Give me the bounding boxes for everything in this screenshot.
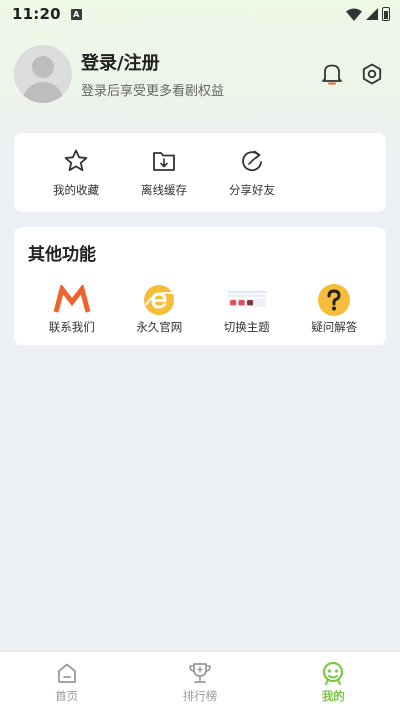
m-logo-icon (52, 283, 92, 317)
switch-theme-button[interactable]: 切换主题 (203, 283, 291, 335)
tab-home[interactable]: 首页 (0, 652, 133, 711)
login-register-title[interactable]: 登录/注册 (81, 49, 224, 75)
theme-palette-icon (227, 283, 267, 317)
star-icon (62, 147, 90, 175)
official-site-button[interactable]: 永久官网 (116, 283, 204, 335)
wifi-icon (346, 8, 362, 21)
favorites-label: 我的收藏 (53, 183, 99, 197)
share-refresh-icon (238, 147, 266, 175)
signal-icon (366, 8, 378, 20)
official-site-label: 永久官网 (136, 320, 183, 334)
browser-e-icon (139, 283, 179, 317)
download-folder-icon (150, 147, 178, 175)
other-features-title: 其他功能 (28, 245, 96, 265)
question-icon (314, 283, 354, 317)
share-friends-label: 分享好友 (229, 183, 275, 197)
avatar[interactable] (14, 45, 72, 103)
battery-icon (382, 7, 390, 21)
status-bar: 11:20 A (0, 0, 400, 28)
switch-theme-label: 切换主题 (223, 320, 270, 334)
offline-cache-button[interactable]: 离线缓存 (120, 147, 208, 198)
tab-mine[interactable]: 我的 (267, 652, 400, 711)
share-friends-button[interactable]: 分享好友 (208, 147, 296, 198)
other-features-card: 其他功能 联系我们 永久官网 切换主题 疑问解答 (14, 227, 386, 345)
tab-home-label: 首页 (55, 688, 79, 703)
bell-icon[interactable] (320, 62, 344, 86)
other-features-grid: 联系我们 永久官网 切换主题 疑问解答 (28, 283, 378, 335)
profile-actions (320, 62, 386, 86)
offline-cache-label: 离线缓存 (141, 183, 187, 197)
bottom-tab-bar: 首页 排行榜 我的 (0, 651, 400, 711)
home-icon (54, 660, 80, 686)
contact-us-button[interactable]: 联系我们 (28, 283, 116, 335)
status-indicators (346, 7, 390, 21)
profile-header[interactable]: 登录/注册 登录后享受更多看剧权益 (14, 44, 386, 104)
tab-mine-label: 我的 (321, 688, 345, 703)
notification-a-icon: A (70, 8, 82, 20)
faq-button[interactable]: 疑问解答 (291, 283, 379, 335)
tab-ranking[interactable]: 排行榜 (133, 652, 266, 711)
trophy-icon (187, 660, 213, 686)
login-subtitle: 登录后享受更多看剧权益 (81, 84, 225, 99)
gear-icon[interactable] (360, 62, 384, 86)
tab-ranking-label: 排行榜 (182, 688, 218, 703)
status-time: 11:20 (12, 5, 61, 23)
favorites-button[interactable]: 我的收藏 (32, 147, 120, 198)
profile-text: 登录/注册 登录后享受更多看剧权益 (81, 49, 224, 99)
quick-actions-card: 我的收藏 离线缓存 分享好友 (14, 133, 386, 212)
contact-us-label: 联系我们 (48, 320, 95, 334)
profile-face-icon (320, 660, 346, 686)
faq-label: 疑问解答 (311, 320, 358, 334)
